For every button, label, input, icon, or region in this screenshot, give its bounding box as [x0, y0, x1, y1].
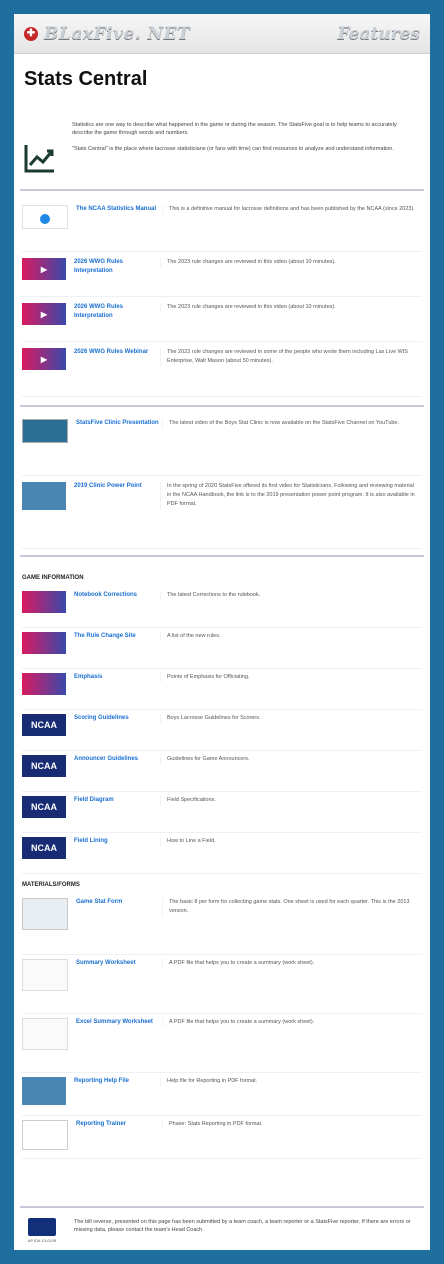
resource-desc: This is a definitive manual for lacrosse… [162, 205, 419, 214]
resource-link[interactable]: 2026 WWG Rules Interpretation [74, 258, 160, 276]
intro-text: Statistics are one way to describe what … [72, 121, 407, 175]
resource-desc: Guidelines for Game Announcers. [160, 755, 417, 764]
resource-link[interactable]: Emphasis [74, 673, 160, 682]
resource-link[interactable]: Field Diagram [74, 796, 160, 805]
statsfive-badge-icon [28, 1218, 56, 1236]
resource-link[interactable]: Game Stat Form [76, 898, 162, 907]
materials-list: Game Stat Form The basic 8 per form for … [14, 898, 430, 1159]
section-heading-materials: MATERIALS/FORMS [22, 882, 80, 888]
resource-row: 2019 Clinic Power Point In the spring of… [22, 476, 422, 549]
intro-paragraph-2: "Stats Central" is the place where lacro… [72, 146, 394, 152]
ncaa-logo-icon[interactable]: NCAA [22, 837, 66, 859]
resource-group-b: StatsFive Clinic Presentation The latest… [14, 419, 430, 549]
powerpoint-thumbnail[interactable] [22, 482, 66, 510]
list-item: Emphasis Points of Emphasis for Officiat… [22, 669, 422, 710]
list-item: NCAA Field Diagram Field Specifications. [22, 792, 422, 833]
divider [20, 405, 424, 407]
ncaa-logo-icon[interactable]: NCAA [22, 714, 66, 736]
document-thumbnail[interactable] [22, 1120, 68, 1150]
form-thumbnail[interactable] [22, 898, 68, 930]
resource-link[interactable]: Summary Worksheet [76, 959, 162, 968]
resource-desc: Help file for Reporting in PDF format. [160, 1077, 417, 1086]
resource-desc: The latest Corrections to the rulebook. [160, 591, 417, 600]
resource-desc: In the spring of 2020 StatsFive offered … [160, 482, 417, 509]
book-thumbnail[interactable] [22, 205, 68, 229]
wiki-thumbnail[interactable] [22, 632, 66, 654]
wiki-thumbnail[interactable] [22, 591, 66, 613]
wiki-thumbnail[interactable] [22, 673, 66, 695]
resource-desc: A PDF file that helps you to create a su… [162, 1018, 419, 1027]
resource-desc: The 2023 rule changes are reviewed in th… [160, 303, 417, 312]
resource-link[interactable]: 2019 Clinic Power Point [74, 482, 160, 491]
resource-link[interactable]: Notebook Corrections [74, 591, 160, 600]
footer-logo[interactable]: AP ID# 13-0109 [20, 1218, 64, 1244]
worksheet-thumbnail[interactable] [22, 1018, 68, 1050]
list-item: The Rule Change Site A list of the new r… [22, 628, 422, 669]
resource-link[interactable]: Excel Summary Worksheet [76, 1018, 162, 1027]
resource-link[interactable]: Field Lining [74, 837, 160, 846]
footer: AP ID# 13-0109 The bill reverse, present… [20, 1206, 424, 1244]
site-name: BLaxFive. NET [44, 23, 191, 44]
intro: Statistics are one way to describe what … [22, 121, 420, 175]
resource-row: The NCAA Statistics Manual This is a def… [22, 205, 422, 252]
list-item: Game Stat Form The basic 8 per form for … [22, 898, 422, 955]
logo-badge-icon: ✚ [24, 26, 38, 41]
worksheet-thumbnail[interactable] [22, 959, 68, 991]
resource-row: StatsFive Clinic Presentation The latest… [22, 419, 422, 476]
badge-caption: AP ID# 13-0109 [27, 1238, 57, 1243]
resource-desc: The 2023 rule changes are reviewed in so… [160, 348, 417, 366]
resource-desc: A list of the new rules. [160, 632, 417, 641]
resource-row: ▶ 2026 WWG Rules Interpretation The 2023… [22, 252, 422, 297]
footer-text: The bill reverse, presented on this page… [74, 1219, 411, 1233]
resource-desc: A PDF file that helps you to create a su… [162, 959, 419, 968]
list-item: Notebook Corrections The latest Correcti… [22, 591, 422, 628]
list-item: NCAA Announcer Guidelines Guidelines for… [22, 751, 422, 792]
resource-desc: The 2023 rule changes are reviewed in th… [160, 258, 417, 267]
page-title: Stats Central [24, 68, 148, 90]
resource-link[interactable]: The NCAA Statistics Manual [76, 205, 162, 214]
resource-desc: The basic 8 per form for collecting game… [162, 898, 419, 916]
video-thumbnail[interactable]: ▶ [22, 303, 66, 325]
resource-desc: Boys Lacrosse Guidelines for Scorers. [160, 714, 417, 723]
list-item: Summary Worksheet A PDF file that helps … [22, 955, 422, 1014]
ncaa-logo-icon[interactable]: NCAA [22, 755, 66, 777]
list-item: NCAA Field Lining How to Line a Field. [22, 833, 422, 874]
list-item: Excel Summary Worksheet A PDF file that … [22, 1014, 422, 1073]
help-file-thumbnail[interactable] [22, 1077, 66, 1105]
section-heading-game-information: GAME INFORMATION [22, 575, 84, 581]
resource-desc: Field Specifications. [160, 796, 417, 805]
resource-link[interactable]: Reporting Trainer [76, 1120, 162, 1129]
resource-desc: How to Line a Field. [160, 837, 417, 846]
resource-link[interactable]: Announcer Guidelines [74, 755, 160, 764]
resource-link[interactable]: Reporting Help File [74, 1077, 160, 1086]
site-header: ✚ BLaxFive. NET Features [14, 14, 430, 54]
intro-paragraph-1: Statistics are one way to describe what … [72, 122, 397, 136]
list-item: Reporting Help File Help file for Report… [22, 1073, 422, 1116]
video-thumbnail[interactable]: ▶ [22, 258, 66, 280]
section-label[interactable]: Features [337, 24, 420, 44]
resource-group-a: The NCAA Statistics Manual This is a def… [14, 205, 430, 397]
resource-link[interactable]: 2026 WWG Rules Interpretation [74, 303, 160, 321]
game-info-list: Notebook Corrections The latest Correcti… [14, 591, 430, 874]
list-item: Reporting Trainer Phase: Stats Reporting… [22, 1116, 422, 1159]
divider [20, 189, 424, 191]
resource-link[interactable]: Scoring Guidelines [74, 714, 160, 723]
divider [20, 555, 424, 557]
trend-chart-icon [24, 145, 54, 173]
resource-link[interactable]: StatsFive Clinic Presentation [76, 419, 162, 428]
site-logo[interactable]: ✚ BLaxFive. NET [24, 24, 190, 44]
resource-link[interactable]: 2026 WWG Rules Webinar [74, 348, 160, 357]
video-thumbnail[interactable]: ▶ [22, 348, 66, 370]
resource-desc: Points of Emphasis for Officiating. [160, 673, 417, 682]
resource-desc: Phase: Stats Reporting in PDF format. [162, 1120, 419, 1129]
presentation-thumbnail[interactable] [22, 419, 68, 443]
resource-link[interactable]: The Rule Change Site [74, 632, 160, 641]
resource-row: ▶ 2026 WWG Rules Interpretation The 2023… [22, 297, 422, 342]
list-item: NCAA Scoring Guidelines Boys Lacrosse Gu… [22, 710, 422, 751]
resource-row: ▶ 2026 WWG Rules Webinar The 2023 rule c… [22, 342, 422, 397]
ncaa-logo-icon[interactable]: NCAA [22, 796, 66, 818]
page-card: ✚ BLaxFive. NET Features Stats Central S… [14, 14, 430, 1250]
resource-desc: The latest video of the Boys Stat Clinic… [162, 419, 419, 428]
